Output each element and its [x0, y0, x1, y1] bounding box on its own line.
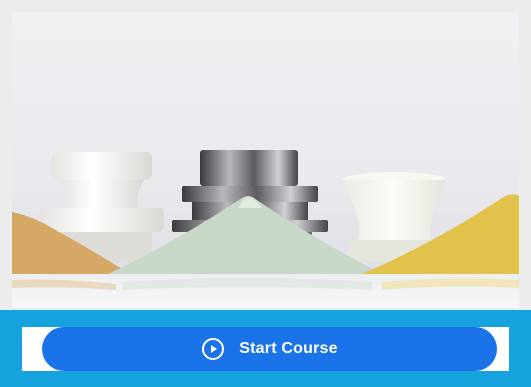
hero-illustration — [12, 150, 519, 308]
action-button-container: Start Course — [22, 327, 509, 371]
course-action-bar: Start Course — [0, 310, 531, 387]
course-card: Start Course — [0, 0, 531, 387]
start-course-button[interactable]: Start Course — [42, 327, 497, 371]
start-course-label: Start Course — [239, 340, 338, 357]
play-circle-icon — [201, 337, 225, 361]
course-hero-image — [12, 12, 519, 308]
